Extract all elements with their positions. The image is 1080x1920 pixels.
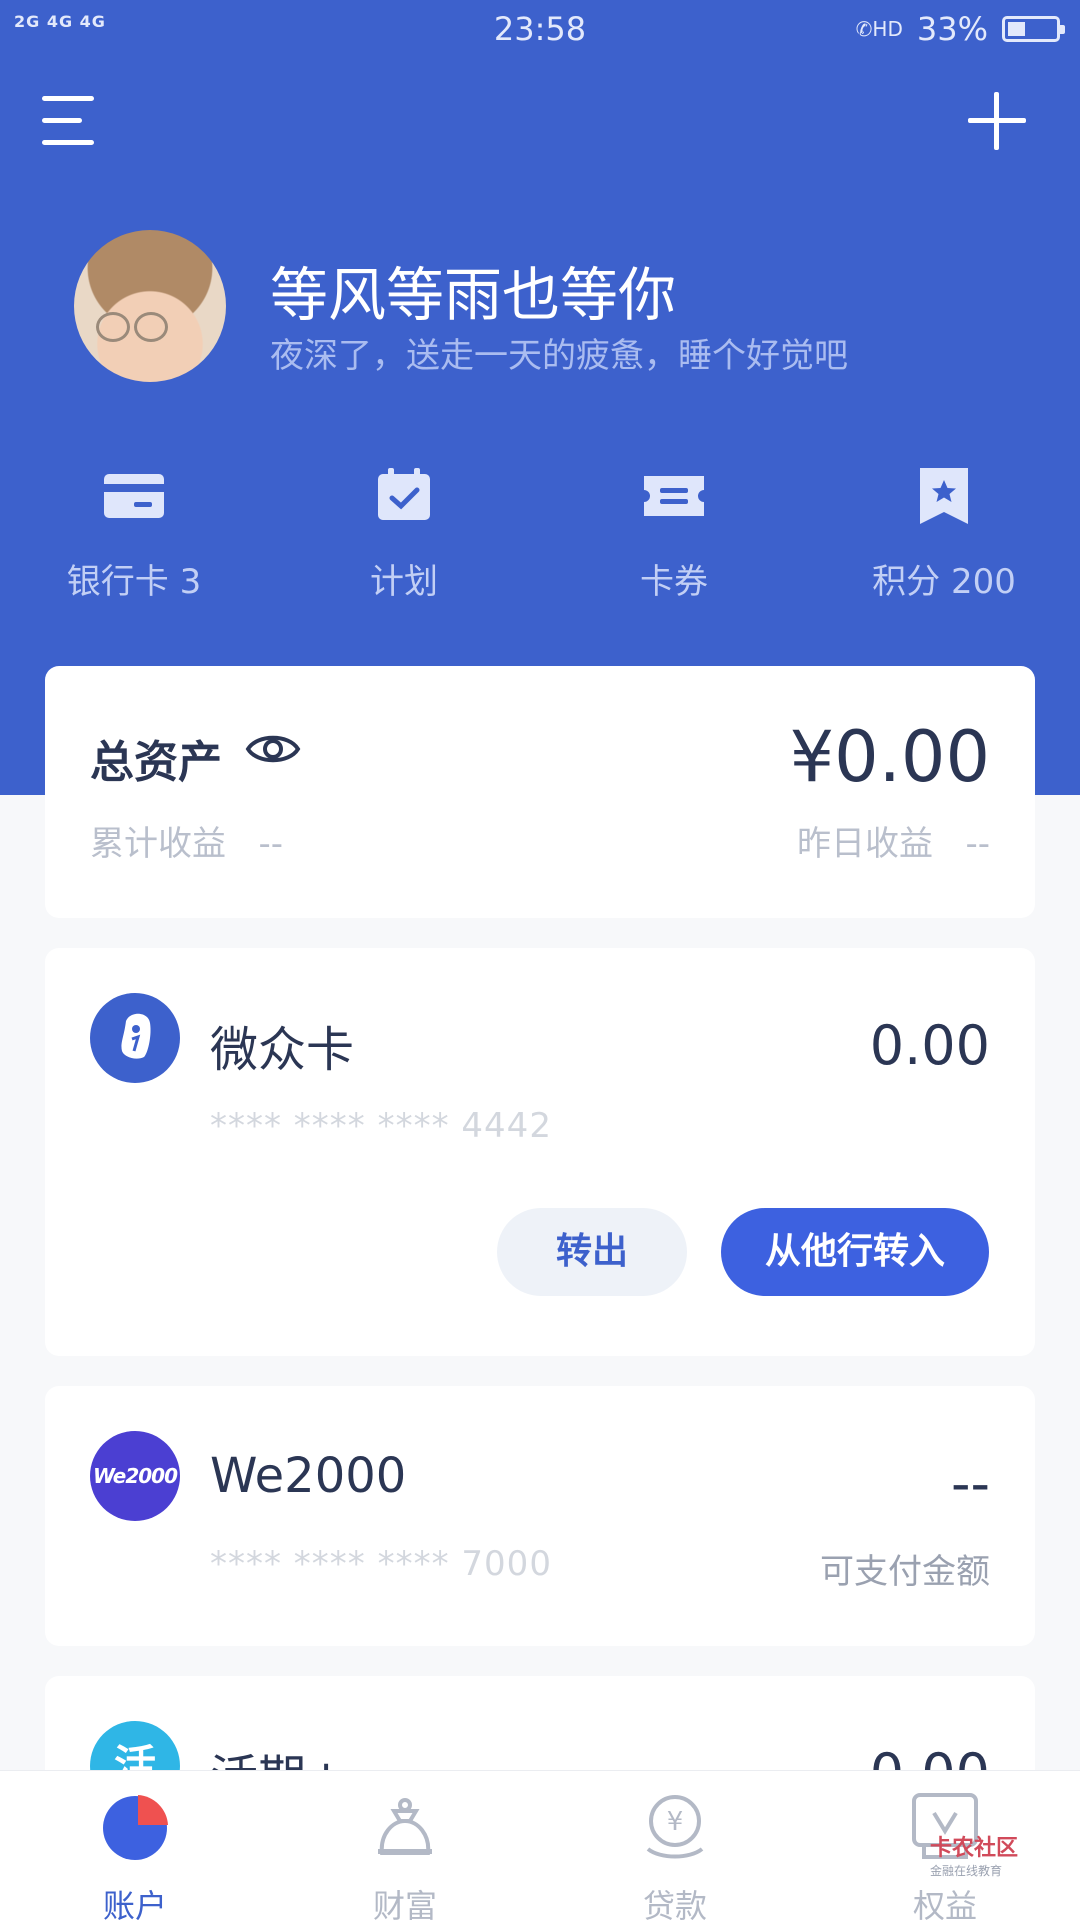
avatar[interactable] xyxy=(74,230,226,382)
quick-link-points[interactable]: 积分 200 xyxy=(844,468,1044,603)
svg-text:¥: ¥ xyxy=(667,1807,684,1837)
yesterday-earnings: 昨日收益 -- xyxy=(797,824,990,864)
menu-icon[interactable] xyxy=(42,96,98,148)
card-number: **** **** **** 4442 xyxy=(210,1106,552,1146)
phone-hd-icon: ✆HD xyxy=(855,17,903,41)
ticket-icon xyxy=(642,468,706,524)
quick-link-label: 积分 200 xyxy=(872,562,1016,602)
add-icon[interactable] xyxy=(968,92,1026,150)
transfer-out-button[interactable]: 转出 xyxy=(497,1208,687,1296)
tab-loans[interactable]: ¥ 贷款 xyxy=(540,1771,810,1920)
available-amount-label: 可支付金额 xyxy=(820,1552,990,1592)
bottom-tab-bar: 账户 财富 ¥ 贷款 权益 xyxy=(0,1770,1080,1920)
quick-link-label: 卡券 xyxy=(640,562,708,602)
account-balance: 0.00 xyxy=(869,1014,990,1077)
pie-chart-icon xyxy=(100,1791,170,1861)
account-card-we2000[interactable]: We2000 We2000 -- **** **** **** 7000 可支付… xyxy=(45,1386,1035,1646)
account-name: 微众卡 xyxy=(210,1022,355,1078)
tab-account[interactable]: 账户 xyxy=(0,1771,270,1920)
card-number: **** **** **** 7000 xyxy=(210,1544,552,1584)
greeting-text: 夜深了，送走一天的疲惫，睡个好觉吧 xyxy=(270,336,848,376)
cumulative-earnings: 累计收益 -- xyxy=(90,824,283,864)
eye-icon[interactable] xyxy=(245,726,301,772)
quick-link-label: 计划 xyxy=(370,562,438,602)
total-assets-amount: ¥0.00 xyxy=(789,716,990,798)
tab-label: 财富 xyxy=(372,1887,437,1920)
bank-card-icon xyxy=(102,468,166,524)
tab-label: 账户 xyxy=(102,1887,167,1920)
quick-link-bank-cards[interactable]: 银行卡 3 xyxy=(34,468,234,603)
bookmark-star-icon xyxy=(912,468,976,524)
transfer-in-button[interactable]: 从他行转入 xyxy=(721,1208,989,1296)
account-card-weizhong[interactable]: 微众卡 0.00 **** **** **** 4442 转出 从他行转入 xyxy=(45,948,1035,1356)
money-bag-icon xyxy=(370,1791,440,1861)
calendar-check-icon xyxy=(372,468,436,524)
quick-link-plan[interactable]: 计划 xyxy=(304,468,504,603)
watermark: 卡农社区 金融在线教育 xyxy=(929,1836,1018,1878)
account-balance: -- xyxy=(951,1452,990,1515)
tab-label: 权益 xyxy=(912,1887,977,1920)
battery-icon xyxy=(1002,16,1065,42)
quick-link-label: 银行卡 3 xyxy=(66,562,202,602)
user-name: 等风等雨也等你 xyxy=(270,261,677,329)
we2000-logo-icon: We2000 xyxy=(90,1431,180,1521)
yuan-coin-icon: ¥ xyxy=(640,1791,710,1861)
status-bar: 2G 4G 4G 23:58 ✆HD 33% xyxy=(0,0,1080,56)
total-assets-title: 总资产 xyxy=(90,737,222,788)
weizhong-logo-icon xyxy=(90,993,180,1083)
quick-link-coupons[interactable]: 卡券 xyxy=(574,468,774,603)
account-name: We2000 xyxy=(210,1448,407,1504)
battery-percent: 33% xyxy=(916,10,988,48)
tab-wealth[interactable]: 财富 xyxy=(270,1771,540,1920)
total-assets-card[interactable]: 总资产 ¥0.00 累计收益 -- 昨日收益 -- xyxy=(45,666,1035,918)
tab-label: 贷款 xyxy=(642,1887,707,1920)
